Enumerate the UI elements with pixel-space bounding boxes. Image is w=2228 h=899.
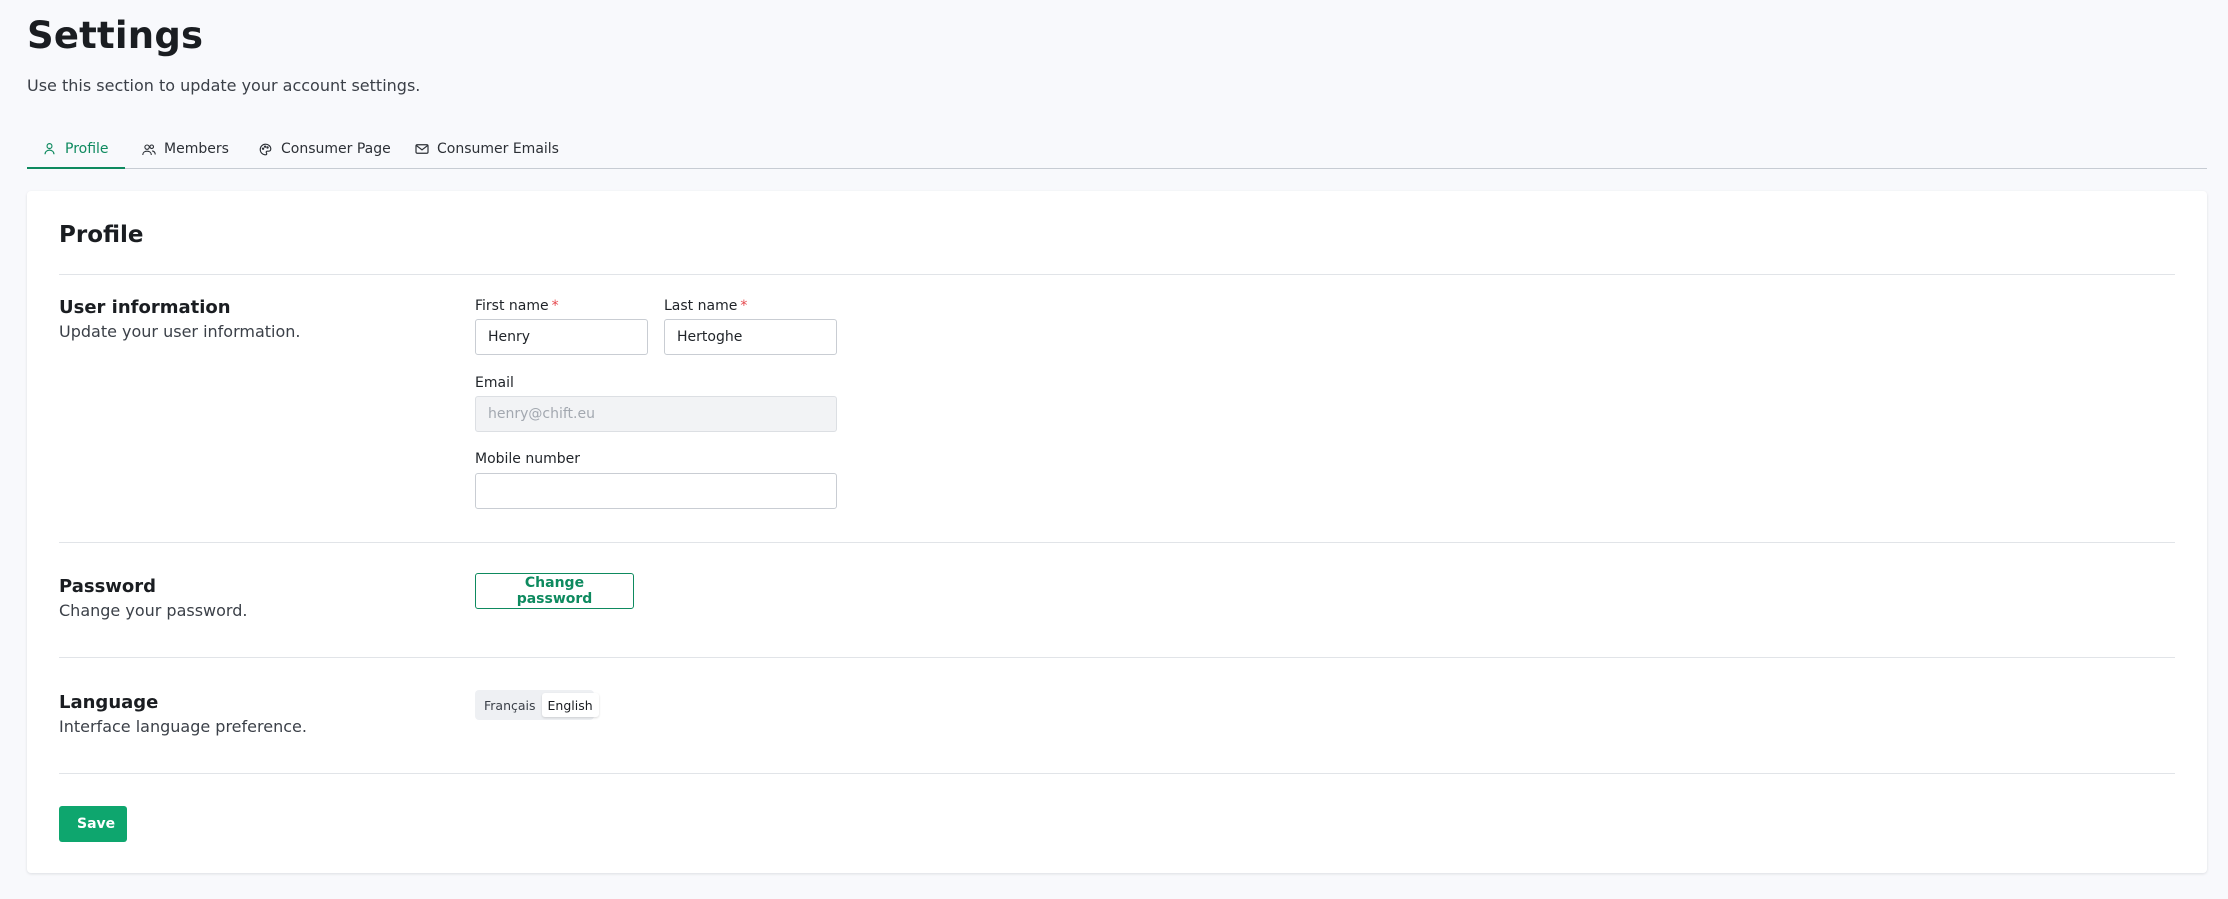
- user-info-description: Update your user information.: [59, 322, 301, 341]
- first-name-input[interactable]: [475, 319, 648, 355]
- password-description: Change your password.: [59, 601, 248, 620]
- tab-label: Consumer Page: [281, 141, 391, 157]
- tab-consumer-emails[interactable]: Consumer Emails: [415, 130, 559, 168]
- tab-members[interactable]: Members: [142, 130, 229, 168]
- language-option-english[interactable]: English: [541, 693, 599, 717]
- profile-card: Profile User information Update your use…: [27, 191, 2207, 873]
- last-name-label-text: Last name: [664, 298, 738, 314]
- page-subtitle: Use this section to update your account …: [27, 76, 421, 95]
- palette-icon: [259, 142, 273, 156]
- tab-label: Profile: [65, 140, 109, 157]
- tab-label: Members: [164, 141, 229, 157]
- divider: [59, 773, 2175, 774]
- first-name-label: First name *: [475, 298, 559, 314]
- tab-label: Consumer Emails: [437, 141, 559, 157]
- page-title: Settings: [27, 14, 204, 57]
- users-icon: [142, 142, 156, 156]
- card-title: Profile: [59, 222, 144, 248]
- save-button[interactable]: Save: [59, 806, 127, 842]
- tab-consumer-page[interactable]: Consumer Page: [259, 130, 391, 168]
- language-toggle: Français English: [475, 690, 599, 720]
- tab-profile[interactable]: Profile: [27, 130, 125, 169]
- password-title: Password: [59, 576, 157, 597]
- divider: [59, 274, 2175, 275]
- user-info-title: User information: [59, 297, 231, 318]
- language-description: Interface language preference.: [59, 717, 307, 736]
- required-mark: *: [551, 298, 559, 314]
- required-mark: *: [740, 298, 748, 314]
- user-icon: [43, 142, 57, 156]
- email-label: Email: [475, 375, 514, 391]
- change-password-button[interactable]: Change password: [475, 573, 634, 609]
- mobile-label: Mobile number: [475, 451, 581, 467]
- language-title: Language: [59, 692, 159, 713]
- last-name-input[interactable]: [664, 319, 837, 355]
- language-option-francais[interactable]: Français: [478, 693, 542, 717]
- first-name-label-text: First name: [475, 298, 549, 314]
- mail-icon: [415, 142, 429, 156]
- mobile-number-input[interactable]: [475, 473, 837, 509]
- divider: [59, 657, 2175, 658]
- divider: [59, 542, 2175, 543]
- email-field[interactable]: [475, 396, 837, 432]
- last-name-label: Last name *: [664, 298, 747, 314]
- settings-tabs: Profile Members Consumer Page Consumer E…: [27, 130, 2207, 169]
